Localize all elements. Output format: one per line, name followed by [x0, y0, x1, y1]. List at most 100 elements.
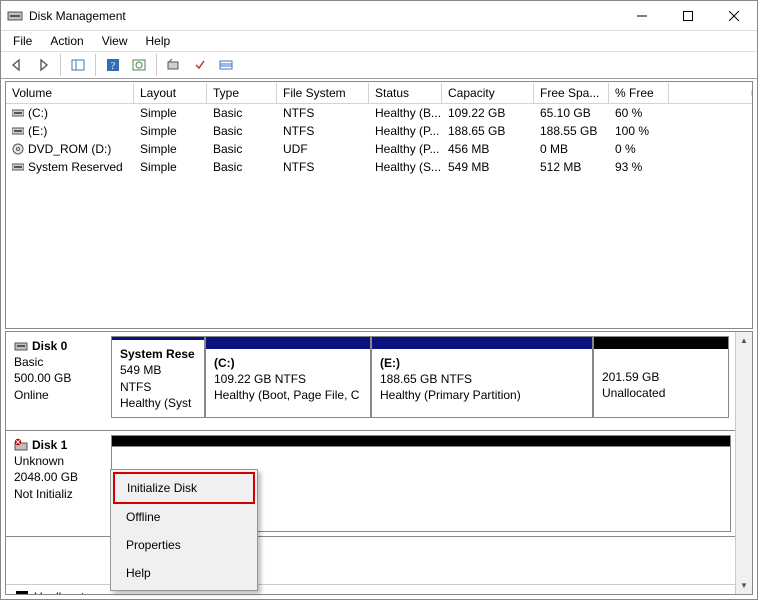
volume-row[interactable]: (C:) SimpleBasicNTFSHealthy (B...109.22 G… [6, 104, 752, 122]
refresh-button[interactable] [127, 54, 151, 76]
menu-help[interactable]: Help [138, 32, 179, 50]
col-type[interactable]: Type [207, 83, 277, 103]
drive-icon [12, 107, 24, 119]
col-pct-free[interactable]: % Free [609, 83, 669, 103]
disk1-unallocated-header [111, 435, 731, 447]
volume-fs: NTFS [277, 159, 369, 175]
volume-pct: 100 % [609, 123, 669, 139]
drive-icon [12, 161, 24, 173]
partition[interactable]: (C:)109.22 GB NTFSHealthy (Boot, Page Fi… [205, 336, 371, 418]
volume-free: 188.55 GB [534, 123, 609, 139]
col-extra[interactable] [669, 90, 752, 96]
volume-type: Basic [207, 141, 277, 157]
col-layout[interactable]: Layout [134, 83, 207, 103]
ctx-offline[interactable]: Offline [114, 503, 254, 531]
volume-free: 512 MB [534, 159, 609, 175]
disk1-size: 2048.00 GB [14, 469, 103, 485]
menubar: File Action View Help [1, 31, 757, 51]
partition[interactable]: (E:)188.65 GB NTFSHealthy (Primary Parti… [371, 336, 593, 418]
legend-unallocated-swatch [16, 591, 28, 595]
volume-pct: 60 % [609, 105, 669, 121]
disk1-info: Disk 1 Unknown 2048.00 GB Not Initializ [6, 431, 111, 536]
scroll-track[interactable] [736, 349, 752, 577]
partition-status: Healthy (Boot, Page File, C [214, 387, 362, 403]
list-button[interactable] [214, 54, 238, 76]
partition-name: (C:) [214, 355, 362, 371]
partition-size: 109.22 GB NTFS [214, 371, 362, 387]
toolbar-separator [60, 54, 61, 76]
disk0-layout: System Rese549 MB NTFSHealthy (Syst(C:)1… [111, 332, 735, 430]
minimize-button[interactable] [619, 1, 665, 31]
forward-button[interactable] [31, 54, 55, 76]
scroll-up-icon[interactable]: ▲ [736, 332, 752, 349]
ctx-properties[interactable]: Properties [114, 531, 254, 559]
volume-fs: NTFS [277, 105, 369, 121]
volume-fs: NTFS [277, 123, 369, 139]
partition-size: 549 MB NTFS [120, 362, 196, 394]
legend-unallocated-label: Unallocat [34, 590, 84, 595]
partition-header [372, 337, 592, 349]
volume-free: 0 MB [534, 141, 609, 157]
volume-row[interactable]: System ReservedSimpleBasicNTFSHealthy (S… [6, 158, 752, 176]
partition-name: System Rese [120, 346, 196, 362]
volume-fs: UDF [277, 141, 369, 157]
maximize-button[interactable] [665, 1, 711, 31]
window-title: Disk Management [29, 9, 619, 23]
help-button[interactable]: ? [101, 54, 125, 76]
volume-status: Healthy (B... [369, 105, 442, 121]
partition-status: Healthy (Primary Partition) [380, 387, 584, 403]
volume-type: Basic [207, 159, 277, 175]
volume-type: Basic [207, 123, 277, 139]
toolbar-separator [156, 54, 157, 76]
volume-row[interactable]: DVD_ROM (D:)SimpleBasicUDFHealthy (P...4… [6, 140, 752, 158]
partition[interactable]: System Rese549 MB NTFSHealthy (Syst [111, 336, 205, 418]
volume-row[interactable]: (E:)SimpleBasicNTFSHealthy (P...188.65 G… [6, 122, 752, 140]
disk0-state: Online [14, 387, 103, 403]
back-button[interactable] [5, 54, 29, 76]
volume-capacity: 109.22 GB [442, 105, 534, 121]
window-buttons [619, 1, 757, 31]
volume-layout: Simple [134, 105, 207, 121]
volume-rows: (C:)SimpleBasicNTFSHealthy (B...109.22 G… [6, 104, 752, 176]
partition[interactable]: 201.59 GBUnallocated [593, 336, 729, 418]
scroll-down-icon[interactable]: ▼ [736, 577, 752, 594]
partition-header [594, 337, 728, 349]
col-capacity[interactable]: Capacity [442, 83, 534, 103]
check-button[interactable] [188, 54, 212, 76]
col-status[interactable]: Status [369, 83, 442, 103]
ctx-help[interactable]: Help [114, 559, 254, 587]
volume-name: (C:) [28, 106, 48, 120]
col-volume[interactable]: Volume [6, 83, 134, 103]
volume-name: DVD_ROM (D:) [28, 142, 111, 156]
volume-status: Healthy (P... [369, 123, 442, 139]
vertical-scrollbar[interactable]: ▲ ▼ [735, 332, 752, 594]
volume-capacity: 456 MB [442, 141, 534, 157]
app-icon [7, 8, 23, 24]
settings-button[interactable] [162, 54, 186, 76]
ctx-initialize-disk[interactable]: Initialize Disk [113, 472, 255, 504]
volume-name: System Reserved [28, 160, 123, 174]
volume-type: Basic [207, 105, 277, 121]
partition-size: 201.59 GB [602, 369, 720, 385]
col-filesystem[interactable]: File System [277, 83, 369, 103]
disk-icon [14, 339, 28, 353]
menu-action[interactable]: Action [42, 32, 91, 50]
disk0-block[interactable]: Disk 0 Basic 500.00 GB Online System Res… [6, 332, 735, 430]
drive-icon [12, 125, 24, 137]
volume-pct: 0 % [609, 141, 669, 157]
volume-list: Volume Layout Type File System Status Ca… [5, 81, 753, 329]
volume-capacity: 188.65 GB [442, 123, 534, 139]
menu-view[interactable]: View [94, 32, 136, 50]
disk-management-window: Disk Management File Action View Help [0, 0, 758, 600]
partition-size: 188.65 GB NTFS [380, 371, 584, 387]
volume-status: Healthy (P... [369, 141, 442, 157]
volume-name: (E:) [28, 124, 47, 138]
toolbar-separator [95, 54, 96, 76]
dvd-icon [12, 143, 24, 155]
menu-file[interactable]: File [5, 32, 40, 50]
show-hide-button[interactable] [66, 54, 90, 76]
partition-status: Unallocated [602, 385, 720, 401]
close-button[interactable] [711, 1, 757, 31]
col-free[interactable]: Free Spa... [534, 83, 609, 103]
disk0-type: Basic [14, 354, 103, 370]
